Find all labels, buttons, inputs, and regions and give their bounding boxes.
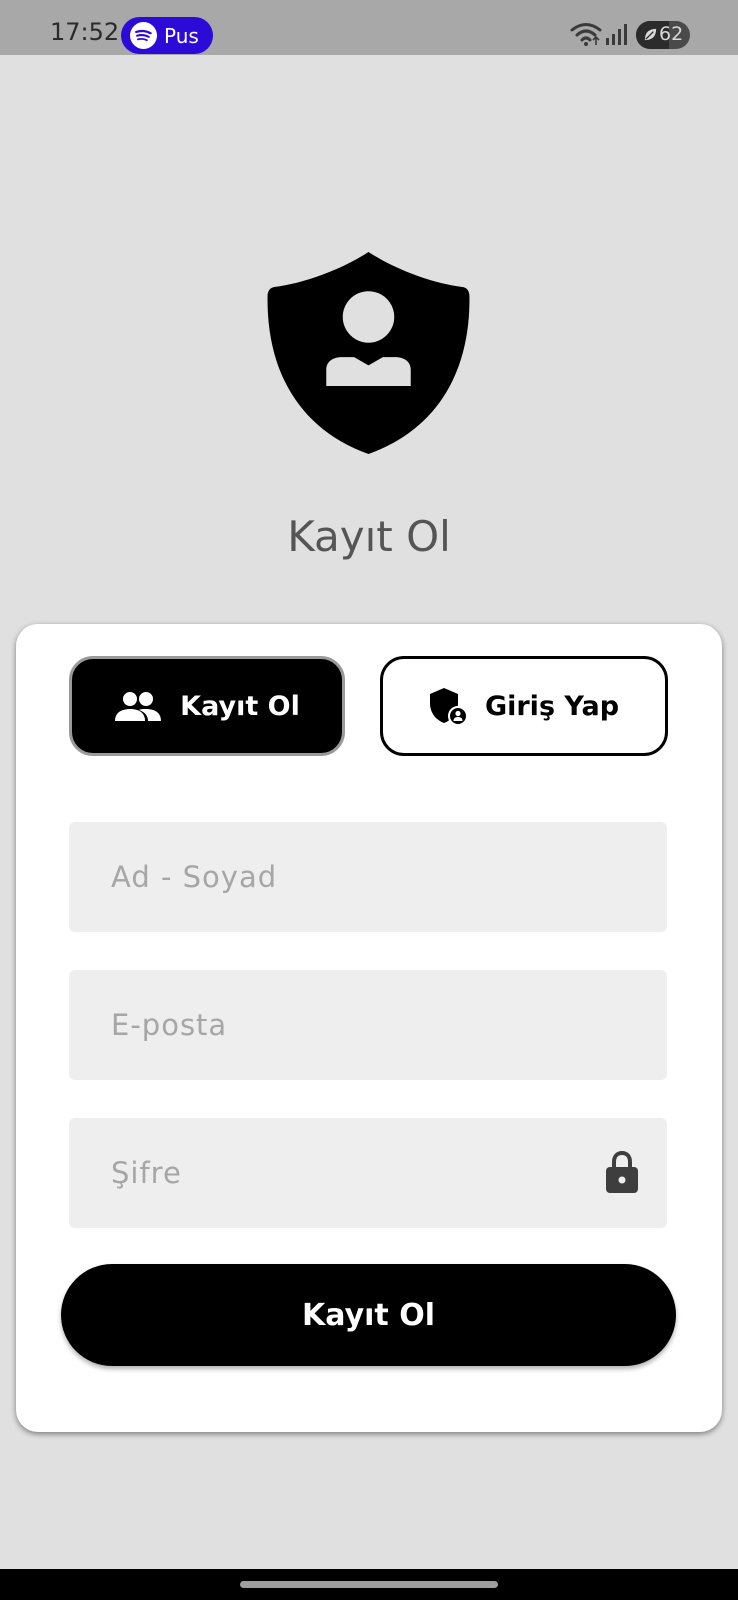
register-submit-button[interactable]: Kayıt Ol [61,1264,676,1366]
page-title: Kayıt Ol [287,512,451,561]
people-icon [114,690,162,722]
lock-icon[interactable] [605,1150,639,1194]
home-indicator[interactable] [240,1581,498,1588]
password-input[interactable] [109,1155,593,1191]
name-input[interactable] [109,859,593,895]
navigation-bar [0,1569,738,1600]
media-indicator-pill[interactable]: Pus [121,17,213,54]
battery-percent: 62 [659,23,684,45]
name-field[interactable] [69,822,667,932]
tab-register-label: Kayıt Ol [180,690,300,722]
battery-saver-leaf-icon [644,28,657,41]
shield-user-icon [429,687,467,725]
status-time: 17:52 [50,18,120,46]
email-input[interactable] [109,1007,593,1043]
tab-login-label: Giriş Yap [484,690,620,722]
battery-icon: 62 [636,21,690,49]
tab-register[interactable]: Kayıt Ol [69,656,345,756]
shield-user-icon [267,252,470,454]
media-app-label: Pus [164,23,199,48]
wifi-icon [570,23,602,46]
spotify-icon [130,22,157,49]
status-bar: 17:52 Pus 62 [0,0,738,55]
tab-login[interactable]: Giriş Yap [380,656,668,756]
password-field[interactable] [69,1118,667,1228]
signal-icon [606,24,627,45]
email-field[interactable] [69,970,667,1080]
auth-card: Kayıt Ol Giriş Yap Kayıt Ol [16,624,722,1432]
